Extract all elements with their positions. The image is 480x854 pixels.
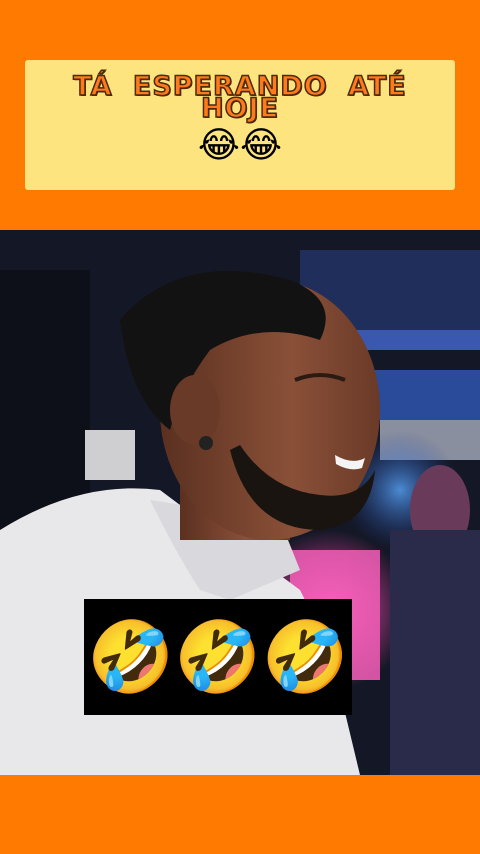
rolling-laughing-emoji: 🤣🤣🤣 [87,616,349,698]
caption-emoji: 😂😂 [197,125,283,166]
laughing-emoji-overlay: 🤣🤣🤣 [84,599,352,715]
caption-text: TÁ ESPERANDO ATÉ HOJE [73,71,407,124]
bottom-orange-bar [0,775,480,854]
caption-box: TÁ ESPERANDO ATÉ HOJE 😂😂 [25,60,455,190]
